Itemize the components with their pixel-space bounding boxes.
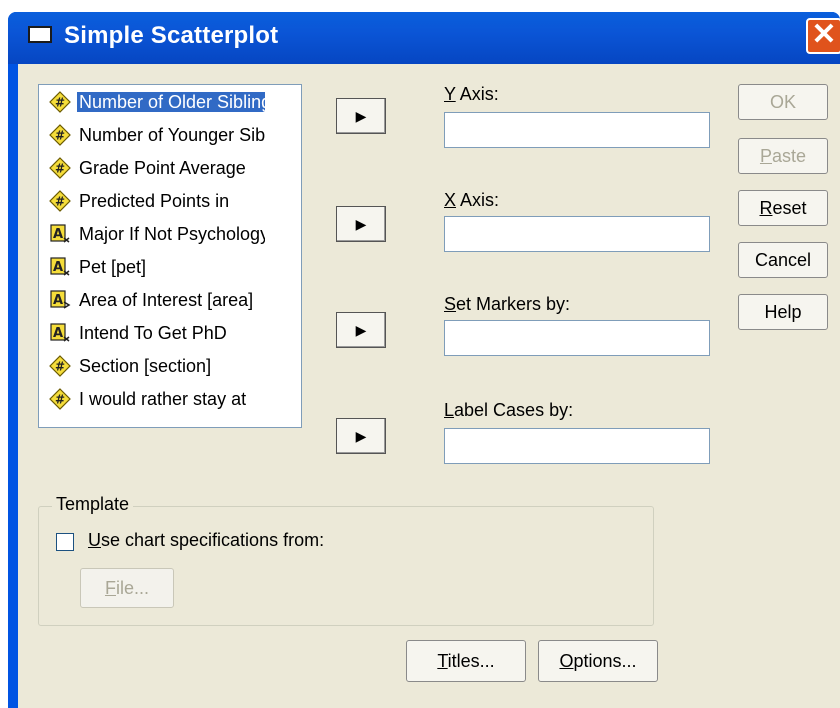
cancel-button[interactable]: Cancel bbox=[738, 242, 828, 278]
variable-label: I would rather stay at bbox=[79, 389, 247, 409]
scale-icon: # bbox=[49, 124, 71, 146]
options-button[interactable]: Options... bbox=[538, 640, 658, 682]
svg-text:#: # bbox=[55, 195, 65, 209]
svg-text:A: A bbox=[53, 293, 63, 308]
window-icon bbox=[28, 26, 52, 43]
use-chart-spec-checkbox[interactable] bbox=[56, 533, 74, 551]
move-to-y-axis-button[interactable]: ▶ bbox=[336, 98, 386, 134]
svg-text:#: # bbox=[55, 129, 65, 143]
variable-list[interactable]: # Number of Older Siblings # Number of Youn… bbox=[38, 84, 302, 428]
svg-text:A: A bbox=[53, 260, 63, 275]
file-button[interactable]: File... bbox=[80, 568, 174, 608]
nominal-icon: A bbox=[49, 223, 71, 245]
move-to-label-cases-button[interactable]: ▶ bbox=[336, 418, 386, 454]
svg-text:A: A bbox=[53, 227, 63, 242]
variable-label: Section [section] bbox=[79, 356, 212, 376]
ordinal-icon: A bbox=[49, 289, 71, 311]
variable-list-item[interactable]: # I would rather stay at bbox=[49, 384, 265, 414]
set-markers-field[interactable] bbox=[444, 320, 710, 356]
label-cases-field[interactable] bbox=[444, 428, 710, 464]
use-chart-spec-label[interactable]: Use chart specifications from: bbox=[88, 530, 324, 551]
move-to-x-axis-button[interactable]: ▶ bbox=[336, 206, 386, 242]
close-icon: ✕ bbox=[811, 18, 837, 51]
reset-button[interactable]: Reset bbox=[738, 190, 828, 226]
help-button[interactable]: Help bbox=[738, 294, 828, 330]
nominal-icon: A bbox=[49, 256, 71, 278]
x-axis-field[interactable] bbox=[444, 216, 710, 252]
set-markers-label: Set Markers by: bbox=[444, 294, 571, 314]
move-to-markers-button[interactable]: ▶ bbox=[336, 312, 386, 348]
nominal-icon: A bbox=[49, 322, 71, 344]
close-button[interactable]: ✕ bbox=[806, 18, 840, 54]
variable-list-item[interactable]: A Area of Interest [area] bbox=[49, 285, 265, 315]
variable-list-item[interactable]: A Pet [pet] bbox=[49, 252, 265, 282]
variable-label: Major If Not Psychology bbox=[79, 224, 265, 244]
variable-list-item[interactable]: # Number of Older Siblings bbox=[49, 87, 265, 117]
window-title: Simple Scatterplot bbox=[64, 22, 279, 49]
variable-label: Grade Point Average bbox=[79, 158, 246, 178]
svg-text:#: # bbox=[55, 96, 65, 110]
scale-icon: # bbox=[49, 157, 71, 179]
variable-label: Number of Younger Siblings bbox=[79, 125, 265, 145]
y-axis-field[interactable] bbox=[444, 112, 710, 148]
template-group bbox=[38, 506, 654, 626]
svg-text:#: # bbox=[55, 360, 65, 374]
variable-list-item[interactable]: # Grade Point Average bbox=[49, 153, 265, 183]
variable-list-item[interactable]: A Major If Not Psychology bbox=[49, 219, 265, 249]
titles-button[interactable]: Titles... bbox=[406, 640, 526, 682]
scale-icon: # bbox=[49, 388, 71, 410]
variable-list-item[interactable]: A Intend To Get PhD bbox=[49, 318, 265, 348]
template-group-label: Template bbox=[52, 494, 134, 515]
scale-icon: # bbox=[49, 355, 71, 377]
ok-button[interactable]: OK bbox=[738, 84, 828, 120]
x-axis-label: X Axis: bbox=[444, 190, 500, 210]
variable-label: Intend To Get PhD bbox=[79, 323, 227, 343]
svg-text:A: A bbox=[53, 326, 63, 341]
paste-button[interactable]: Paste bbox=[738, 138, 828, 174]
svg-text:#: # bbox=[55, 162, 65, 176]
variable-list-item[interactable]: # Section [section] bbox=[49, 351, 265, 381]
label-cases-label: Label Cases by: bbox=[444, 400, 574, 420]
variable-list-item[interactable]: # Predicted Points in bbox=[49, 186, 265, 216]
scale-icon: # bbox=[49, 190, 71, 212]
variable-list-item[interactable]: # Number of Younger Siblings bbox=[49, 120, 265, 150]
variable-label: Pet [pet] bbox=[79, 257, 147, 277]
scale-icon: # bbox=[49, 91, 71, 113]
variable-label: Predicted Points in bbox=[79, 191, 230, 211]
variable-label: Number of Older Siblings bbox=[77, 92, 265, 112]
y-axis-label: Y Axis: bbox=[444, 84, 499, 104]
variable-label: Area of Interest [area] bbox=[79, 290, 254, 310]
svg-text:#: # bbox=[55, 393, 65, 407]
